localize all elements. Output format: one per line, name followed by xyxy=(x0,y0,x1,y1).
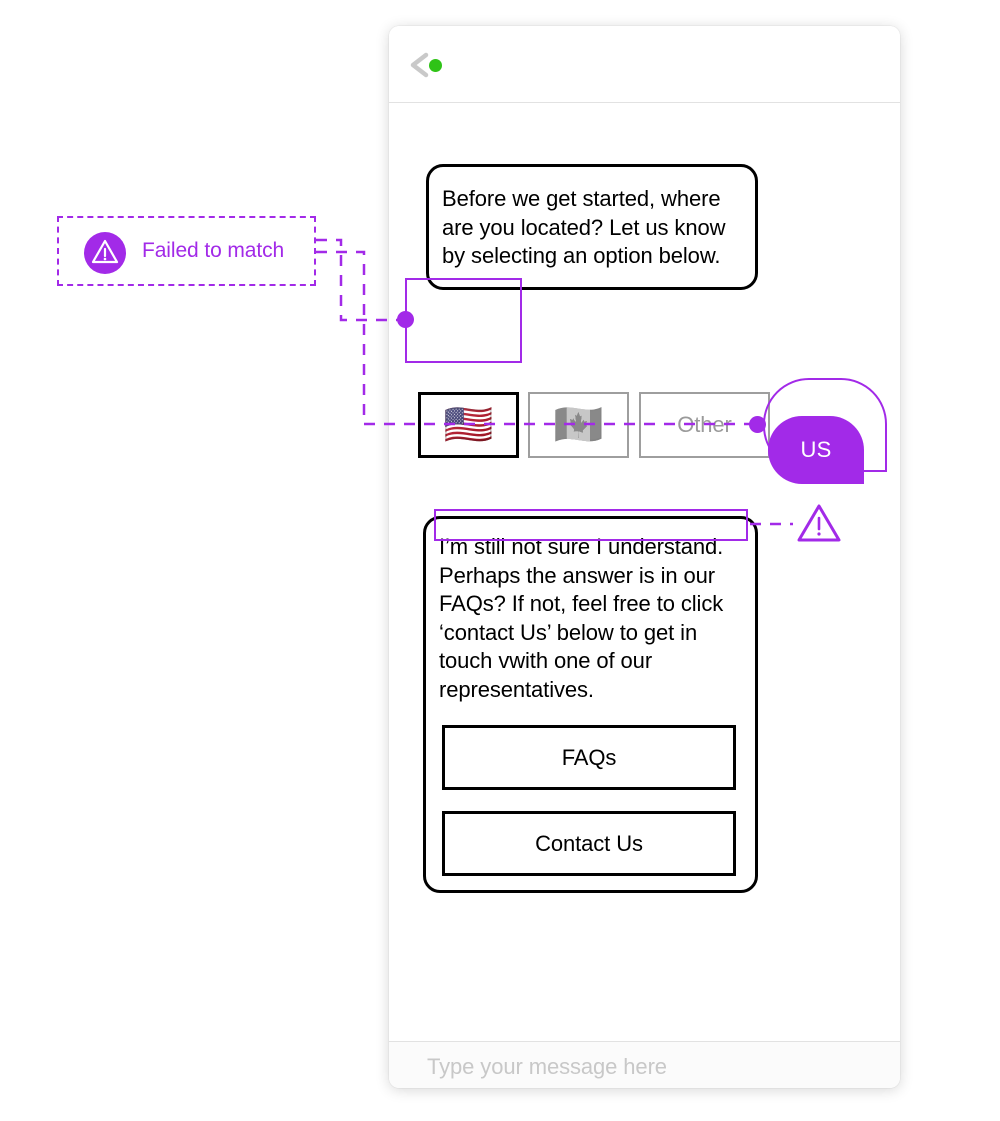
screen: Before we get started, where are you loc… xyxy=(0,0,1000,1121)
chat-widget-panel: Before we get started, where are you loc… xyxy=(389,26,900,1088)
reply-button-contact-us[interactable]: Contact Us xyxy=(442,811,736,876)
annotation-chip-failed-to-match: Failed to match xyxy=(57,216,316,286)
bot-message-text-1: Before we get started, where are you loc… xyxy=(442,186,732,268)
flag-option-canada[interactable]: 🇨🇦 xyxy=(528,392,629,458)
message-input[interactable] xyxy=(427,1054,857,1080)
reply-button-faqs-label: FAQs xyxy=(561,744,617,770)
reply-button-contact-us-label: Contact Us xyxy=(535,830,643,856)
chat-message-list: Before we get started, where are you loc… xyxy=(389,103,900,1041)
flag-united-states-icon: 🇺🇸 xyxy=(443,403,494,447)
flag-canada-icon: 🇨🇦 xyxy=(553,403,604,447)
annotation-chip-label: Failed to match xyxy=(142,239,285,262)
user-message-text: US xyxy=(800,437,832,462)
bot-message-text-2: I’m still not sure I understand. Perhaps… xyxy=(439,534,730,702)
chat-header xyxy=(389,26,900,103)
online-status-dot xyxy=(429,59,442,72)
warning-triangle-circle-icon xyxy=(84,232,126,274)
flag-option-other[interactable]: Other xyxy=(639,392,770,458)
message-composer xyxy=(389,1041,900,1088)
flag-option-other-label: Other xyxy=(677,412,732,437)
user-message-bubble: US xyxy=(768,416,864,484)
reply-button-faqs[interactable]: FAQs xyxy=(442,725,736,790)
flag-option-us[interactable]: 🇺🇸 xyxy=(418,392,519,458)
